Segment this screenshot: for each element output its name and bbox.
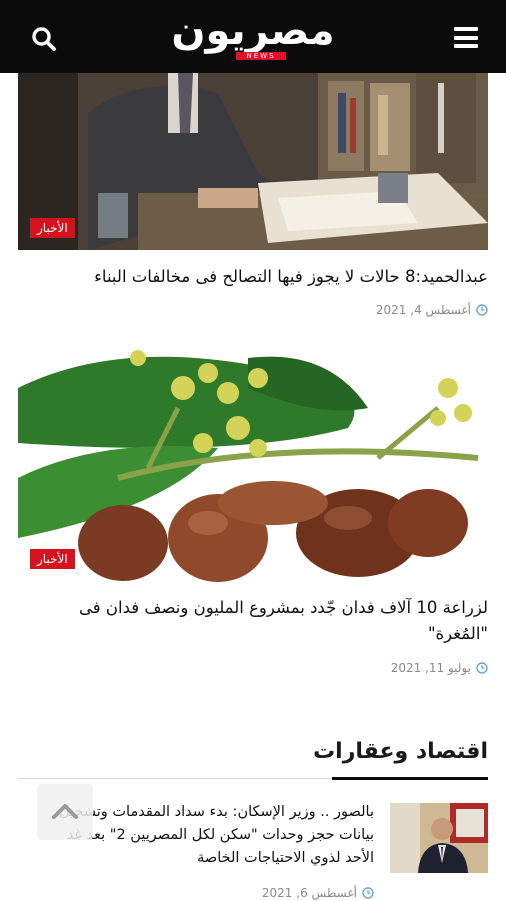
article-date: يوليو 11, 2021 bbox=[390, 661, 471, 675]
search-icon[interactable] bbox=[30, 25, 58, 53]
article-meta: يوليو 11, 2021 bbox=[391, 660, 488, 676]
clock-icon bbox=[362, 887, 374, 899]
clock-icon bbox=[476, 304, 488, 316]
logo-subtext: NEWS bbox=[236, 52, 286, 60]
hamburger-menu-icon[interactable] bbox=[454, 27, 478, 48]
logo-wordmark: مصريون bbox=[171, 8, 335, 54]
clock-icon bbox=[476, 662, 488, 674]
list-item-date: أغسطس 6, 2021 bbox=[261, 886, 357, 900]
list-item-meta: أغسطس 6, 2021 bbox=[262, 885, 374, 901]
chevron-up-icon bbox=[52, 804, 78, 819]
article-image-jojoba[interactable] bbox=[18, 348, 488, 582]
category-badge[interactable]: الأخبار bbox=[30, 218, 75, 238]
top-navigation-bar: مصريون NEWS bbox=[0, 0, 506, 73]
article-headline[interactable]: عبدالحميد:8 حالات لا يجوز فيها التصالح ف… bbox=[18, 264, 488, 290]
article-headline[interactable]: لزراعة 10 آلاف فدان جّدد بمشروع المليون … bbox=[26, 595, 488, 647]
list-item-thumbnail[interactable] bbox=[390, 803, 488, 873]
article-meta: أغسطس 4, 2021 bbox=[376, 302, 488, 318]
article-image-office[interactable] bbox=[18, 73, 488, 250]
site-logo[interactable]: مصريون NEWS bbox=[150, 8, 356, 64]
section-divider-accent bbox=[332, 777, 488, 780]
section-title[interactable]: اقتصاد وعقارات bbox=[313, 736, 488, 768]
scroll-to-top-button[interactable] bbox=[37, 784, 93, 840]
article-date: أغسطس 4, 2021 bbox=[375, 303, 471, 317]
category-badge[interactable]: الأخبار bbox=[30, 549, 75, 569]
